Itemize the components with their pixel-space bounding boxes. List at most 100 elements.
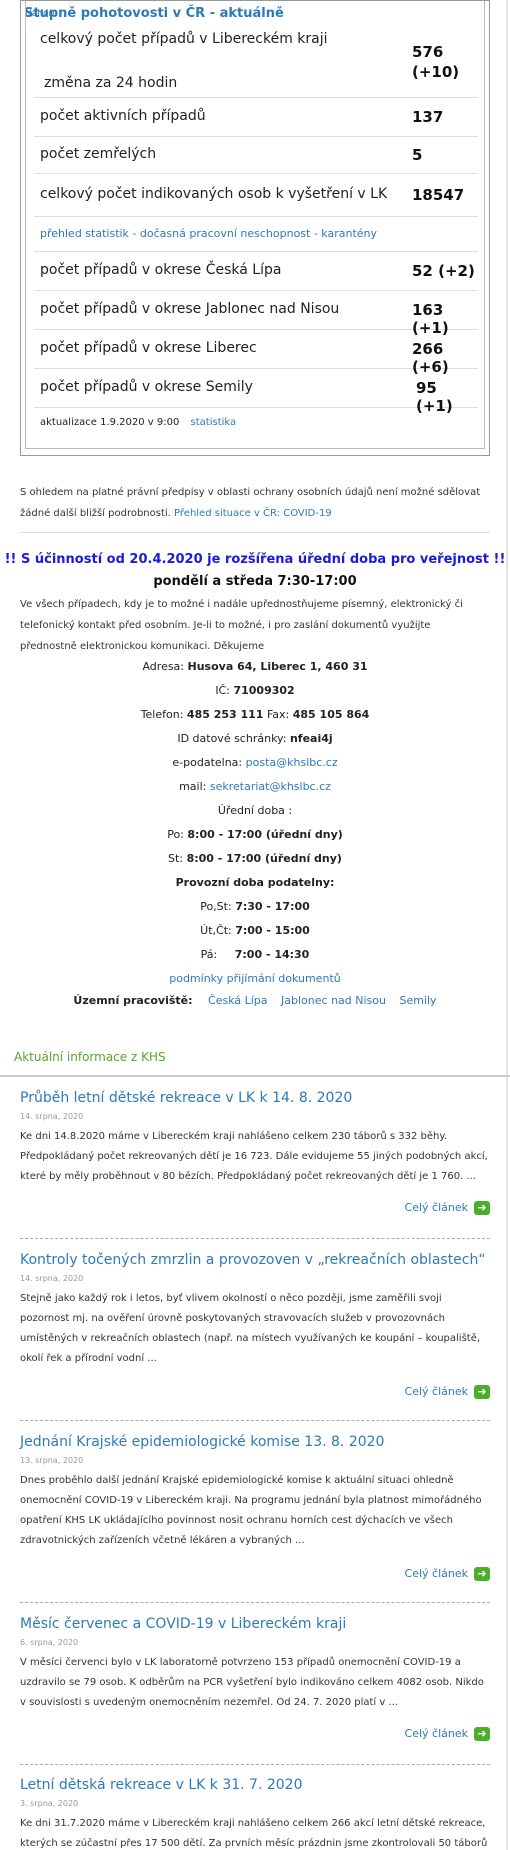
filing-days-label: Út,Čt: bbox=[200, 924, 232, 937]
ic-label: IČ: bbox=[215, 684, 230, 697]
article-date: 13. srpna, 2020 bbox=[20, 1456, 84, 1465]
stats-value: (+10) bbox=[412, 63, 460, 81]
arrow-right-icon: ➜ bbox=[474, 1201, 490, 1215]
covid-overview-link[interactable]: Přehled situace v ČR: COVID-19 bbox=[174, 508, 332, 519]
article-title-link[interactable]: Průběh letní dětské rekreace v LK k 14. … bbox=[20, 1090, 490, 1106]
article-title-link[interactable]: Měsíc červenec a COVID-19 v Libereckém k… bbox=[20, 1616, 490, 1632]
stats-value: 5 bbox=[412, 146, 423, 164]
read-more-label: Celý článek bbox=[404, 1727, 468, 1740]
stats-label: počet případů v okrese Jablonec nad Niso… bbox=[40, 301, 340, 317]
news-article: Měsíc červenec a COVID-19 v Libereckém k… bbox=[20, 1616, 490, 1713]
databox-value: nfeai4j bbox=[289, 732, 333, 745]
filing-hours-row: Po,St: 7:30 - 17:00 bbox=[0, 900, 510, 913]
mail-label: mail: bbox=[179, 780, 207, 793]
address-line: Adresa: Husova 64, Liberec 1, 460 31 bbox=[0, 660, 510, 673]
address-label: Adresa: bbox=[142, 660, 185, 673]
statistics-box: Stupně pohotovosti v ČR - aktuálně Nahor… bbox=[20, 0, 490, 456]
stats-row-deaths: počet zemřelých 5 bbox=[34, 137, 478, 174]
stats-row-overview-link: přehled statistik - dočasná pracovní nes… bbox=[34, 217, 478, 252]
epodatelna-email-link[interactable]: posta@khslbc.cz bbox=[246, 756, 338, 769]
news-article: Letní dětská rekreace v LK k 31. 7. 2020… bbox=[20, 1777, 490, 1850]
update-info: aktualizace 1.9.2020 v 9:00 statistika bbox=[40, 417, 236, 428]
ic-value: 71009302 bbox=[233, 684, 295, 697]
read-more-link[interactable]: Celý článek ➜ bbox=[405, 1727, 490, 1741]
monday-hours: Po: 8:00 - 17:00 (úřední dny) bbox=[0, 828, 510, 841]
conditions-row: podmínky přijímání dokumentů bbox=[0, 972, 510, 985]
article-divider bbox=[20, 1602, 490, 1603]
news-article: Průběh letní dětské rekreace v LK k 14. … bbox=[20, 1090, 490, 1187]
overview-statistics-link[interactable]: přehled statistik - dočasná pracovní nes… bbox=[40, 227, 377, 240]
fax-value: 485 105 864 bbox=[292, 708, 370, 721]
article-excerpt: Stejně jako každý rok i letos, byť vlive… bbox=[20, 1293, 481, 1364]
article-date: 3. srpna, 2020 bbox=[20, 1799, 79, 1808]
stats-row-indicated: celkový počet indikovaných osob k vyšetř… bbox=[34, 174, 478, 217]
stats-label: počet případů v okrese Liberec bbox=[40, 340, 257, 356]
monday-label: Po: bbox=[167, 828, 184, 841]
article-excerpt: Ke dni 14.8.2020 máme v Libereckém kraji… bbox=[20, 1131, 488, 1182]
branches-label: Územní pracoviště: bbox=[73, 994, 193, 1007]
arrow-right-icon: ➜ bbox=[474, 1567, 490, 1581]
branch-link-semily[interactable]: Semily bbox=[399, 994, 436, 1007]
arrow-right-icon: ➜ bbox=[474, 1385, 490, 1399]
address-value: Husova 64, Liberec 1, 460 31 bbox=[187, 660, 368, 673]
article-title-link[interactable]: Jednání Krajské epidemiologické komise 1… bbox=[20, 1434, 490, 1450]
stats-label: počet aktivních případů bbox=[40, 108, 206, 124]
stats-row-active: počet aktivních případů 137 bbox=[34, 98, 478, 137]
notice-body: Ve všech případech, kdy je to možné i na… bbox=[20, 599, 463, 652]
article-divider bbox=[20, 1420, 490, 1421]
filing-hours-row: Pá: 7:00 - 14:30 bbox=[0, 948, 510, 961]
secretariat-email-link[interactable]: sekretariat@khslbc.cz bbox=[210, 780, 331, 793]
stats-row-district: počet případů v okrese Semily 95 (+1) bbox=[34, 369, 478, 415]
divider bbox=[20, 532, 490, 533]
article-date: 14. srpna, 2020 bbox=[20, 1274, 84, 1283]
stats-label: počet zemřelých bbox=[40, 146, 157, 162]
stats-label: počet případů v okrese Semily bbox=[40, 379, 253, 395]
phone-label: Telefon: bbox=[140, 708, 184, 721]
stats-value: 137 bbox=[412, 108, 444, 126]
office-hours-days: pondělí a středa 7:30-17:00 bbox=[153, 574, 357, 589]
branch-link-ceska-lipa[interactable]: Česká Lípa bbox=[208, 994, 268, 1007]
stats-row-total: celkový počet případů v Libereckém kraji… bbox=[34, 19, 478, 98]
stats-label: celkový počet případů v Libereckém kraji bbox=[40, 31, 328, 47]
branch-link-jablonec[interactable]: Jablonec nad Nisou bbox=[281, 994, 386, 1007]
stats-value: 18547 bbox=[412, 186, 465, 204]
stats-label: změna za 24 hodin bbox=[44, 75, 178, 91]
article-excerpt: Ke dni 31.7.2020 máme v Libereckém kraji… bbox=[20, 1818, 488, 1849]
read-more-link[interactable]: Celý článek ➜ bbox=[405, 1385, 490, 1399]
stats-label: celkový počet indikovaných osob k vyšetř… bbox=[40, 186, 388, 202]
monday-value: 8:00 - 17:00 (úřední dny) bbox=[187, 828, 343, 841]
filing-days-label: Pá: bbox=[200, 948, 218, 961]
office-hours-heading: Úřední doba : bbox=[217, 804, 293, 817]
article-date: 14. srpna, 2020 bbox=[20, 1112, 84, 1121]
filing-hours-value: 7:00 - 14:30 bbox=[234, 948, 310, 961]
arrow-right-icon: ➜ bbox=[474, 1727, 490, 1741]
document-conditions-link[interactable]: podmínky přijímání dokumentů bbox=[169, 972, 341, 985]
stats-value: 576 bbox=[412, 43, 444, 61]
wednesday-value: 8:00 - 17:00 (úřední dny) bbox=[186, 852, 342, 865]
wednesday-label: St: bbox=[168, 852, 184, 865]
news-article: Kontroly točených zmrzlin a provozoven v… bbox=[20, 1252, 490, 1369]
filing-days-label: Po,St: bbox=[200, 900, 232, 913]
statistics-link[interactable]: statistika bbox=[191, 417, 237, 428]
article-title-link[interactable]: Letní dětská rekreace v LK k 31. 7. 2020 bbox=[20, 1777, 490, 1793]
filing-hours-value: 7:30 - 17:00 bbox=[235, 900, 310, 913]
article-title-link[interactable]: Kontroly točených zmrzlin a provozoven v… bbox=[20, 1252, 490, 1268]
read-more-label: Celý článek bbox=[404, 1201, 468, 1214]
databox-line: ID datové schránky: nfeai4j bbox=[0, 732, 510, 745]
news-article: Jednání Krajské epidemiologické komise 1… bbox=[20, 1434, 490, 1551]
stats-value: 52 (+2) bbox=[412, 262, 475, 280]
privacy-notice: S ohledem na platné právní předpisy v ob… bbox=[20, 482, 490, 524]
read-more-label: Celý článek bbox=[404, 1385, 468, 1398]
article-divider bbox=[20, 1238, 490, 1239]
fax-label: Fax: bbox=[266, 708, 290, 721]
section-divider bbox=[0, 1075, 510, 1077]
article-divider bbox=[20, 1764, 490, 1765]
read-more-link[interactable]: Celý článek ➜ bbox=[405, 1567, 490, 1581]
wednesday-hours: St: 8:00 - 17:00 (úřední dny) bbox=[0, 852, 510, 865]
read-more-link[interactable]: Celý článek ➜ bbox=[405, 1201, 490, 1215]
stats-row-district: počet případů v okrese Liberec 266 (+6) bbox=[34, 330, 478, 376]
stats-value: 95 (+1) bbox=[416, 379, 453, 415]
ic-line: IČ: 71009302 bbox=[0, 684, 510, 697]
read-more-label: Celý článek bbox=[404, 1567, 468, 1580]
databox-label: ID datové schránky: bbox=[177, 732, 287, 745]
